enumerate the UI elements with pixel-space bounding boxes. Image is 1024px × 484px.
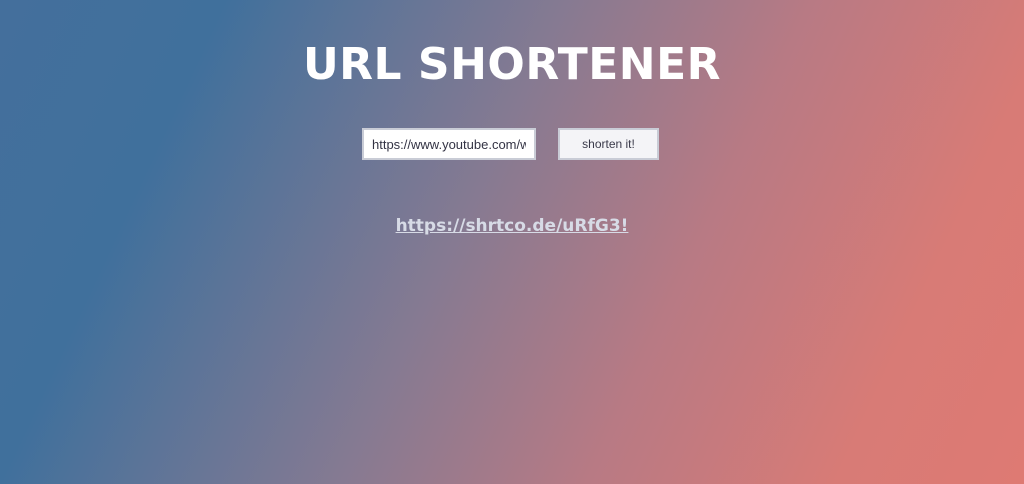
short-url-link[interactable]: https://shrtco.de/uRfG3!: [396, 216, 629, 236]
url-input[interactable]: [362, 128, 536, 160]
page-title: URL SHORTENER: [302, 39, 722, 90]
result-container: https://shrtco.de/uRfG3!: [0, 214, 1024, 238]
shorten-button[interactable]: shorten it!: [558, 128, 659, 160]
